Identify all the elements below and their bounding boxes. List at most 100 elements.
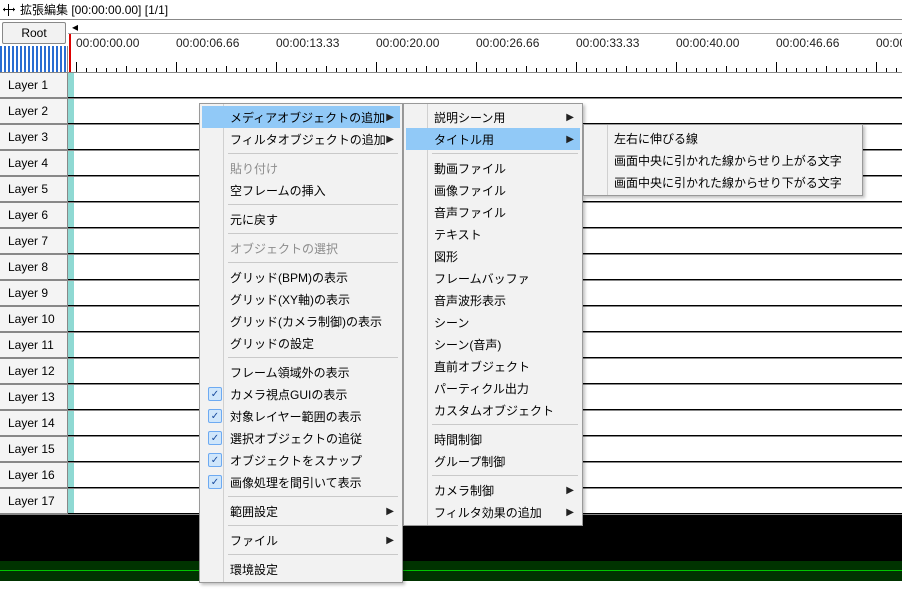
menu-item[interactable]: ✓カメラ視点GUIの表示 xyxy=(202,383,400,405)
menu-separator xyxy=(432,475,578,476)
menu-item[interactable]: 音声ファイル xyxy=(406,201,580,223)
menu-separator xyxy=(228,554,398,555)
menu-item[interactable]: 画像ファイル xyxy=(406,179,580,201)
menu-item[interactable]: グリッド(XY軸)の表示 xyxy=(202,288,400,310)
time-ruler[interactable]: 00:00:00.0000:00:06.6600:00:13.3300:00:2… xyxy=(68,34,902,72)
menu-item[interactable]: グリッド(BPM)の表示 xyxy=(202,266,400,288)
menu-item[interactable]: グリッド(カメラ制御)の表示 xyxy=(202,310,400,332)
playhead[interactable] xyxy=(69,34,71,72)
root-button[interactable]: Root xyxy=(2,22,66,44)
layer-label[interactable]: Layer 13 xyxy=(0,385,68,410)
menu-item[interactable]: カスタムオブジェクト xyxy=(406,399,580,421)
menu-item[interactable]: 元に戻す xyxy=(202,208,400,230)
menu-item-label: 空フレームの挿入 xyxy=(230,182,326,199)
submenu-arrow-icon: ▶ xyxy=(566,134,574,145)
menu-item[interactable]: ✓選択オブジェクトの追従 xyxy=(202,427,400,449)
scroll-left-icon[interactable]: ◂ xyxy=(68,21,82,33)
menu-item[interactable]: タイトル用▶ xyxy=(406,128,580,150)
menu-item[interactable]: メディアオブジェクトの追加▶ xyxy=(202,106,400,128)
layer-label[interactable]: Layer 14 xyxy=(0,411,68,436)
menu-item[interactable]: 動画ファイル xyxy=(406,157,580,179)
menu-item[interactable]: シーン xyxy=(406,311,580,333)
menu-item-label: 対象レイヤー範囲の表示 xyxy=(230,408,362,425)
root-hash-area[interactable] xyxy=(0,46,68,72)
menu-item[interactable]: ✓オブジェクトをスナップ xyxy=(202,449,400,471)
menu-item[interactable]: 空フレームの挿入 xyxy=(202,179,400,201)
menu-item-label: 範囲設定 xyxy=(230,503,278,520)
menu-item[interactable]: 時間制御 xyxy=(406,428,580,450)
menu-item[interactable]: 環境設定 xyxy=(202,558,400,580)
menu-item[interactable]: 画面中央に引かれた線からせり上がる文字 xyxy=(586,149,860,171)
root-button-label: Root xyxy=(21,26,46,40)
layer-label[interactable]: Layer 15 xyxy=(0,437,68,462)
menu-item-label: 画像ファイル xyxy=(434,182,506,199)
menu-item[interactable]: 範囲設定▶ xyxy=(202,500,400,522)
menu-item-label: フィルタ効果の追加 xyxy=(434,504,542,521)
submenu-arrow-icon: ▶ xyxy=(386,112,394,123)
layer-label[interactable]: Layer 10 xyxy=(0,307,68,332)
menu-item[interactable]: シーン(音声) xyxy=(406,333,580,355)
menu-separator xyxy=(228,496,398,497)
layer-label[interactable]: Layer 2 xyxy=(0,99,68,124)
submenu-media-object[interactable]: 説明シーン用▶タイトル用▶動画ファイル画像ファイル音声ファイルテキスト図形フレー… xyxy=(403,103,583,526)
menu-separator xyxy=(228,153,398,154)
layer-label[interactable]: Layer 11 xyxy=(0,333,68,358)
layer-label[interactable]: Layer 16 xyxy=(0,463,68,488)
menu-item[interactable]: フレームバッファ xyxy=(406,267,580,289)
ruler-label: 00:00:13.33 xyxy=(276,36,339,50)
menu-item[interactable]: フレーム領域外の表示 xyxy=(202,361,400,383)
layer-track[interactable] xyxy=(68,73,902,98)
layer-label[interactable]: Layer 4 xyxy=(0,151,68,176)
menu-item[interactable]: グループ制御 xyxy=(406,450,580,472)
submenu-arrow-icon: ▶ xyxy=(386,134,394,145)
menu-separator xyxy=(228,233,398,234)
menu-item: オブジェクトの選択 xyxy=(202,237,400,259)
menu-item-label: フレーム領域外の表示 xyxy=(230,364,350,381)
menu-item-label: カメラ制御 xyxy=(434,482,494,499)
menu-item[interactable]: 左右に伸びる線 xyxy=(586,127,860,149)
menu-item-label: シーン xyxy=(434,314,469,331)
menu-item[interactable]: テキスト xyxy=(406,223,580,245)
check-icon: ✓ xyxy=(208,453,222,467)
layer-label[interactable]: Layer 3 xyxy=(0,125,68,150)
layer-label[interactable]: Layer 8 xyxy=(0,255,68,280)
menu-item[interactable]: ✓対象レイヤー範囲の表示 xyxy=(202,405,400,427)
submenu-arrow-icon: ▶ xyxy=(566,485,574,496)
layer-label[interactable]: Layer 9 xyxy=(0,281,68,306)
menu-item[interactable]: パーティクル出力 xyxy=(406,377,580,399)
menu-item-label: シーン(音声) xyxy=(434,336,501,353)
menu-item[interactable]: 直前オブジェクト xyxy=(406,355,580,377)
layer-label[interactable]: Layer 1 xyxy=(0,73,68,98)
layer-label[interactable]: Layer 5 xyxy=(0,177,68,202)
check-icon: ✓ xyxy=(208,475,222,489)
layer-label[interactable]: Layer 7 xyxy=(0,229,68,254)
menu-item[interactable]: カメラ制御 ▶ xyxy=(406,479,580,501)
layer-label[interactable]: Layer 17 xyxy=(0,489,68,514)
menu-item[interactable]: フィルタオブジェクトの追加▶ xyxy=(202,128,400,150)
submenu-arrow-icon: ▶ xyxy=(566,112,574,123)
layer-label[interactable]: Layer 12 xyxy=(0,359,68,384)
menu-item-label: 貼り付け xyxy=(230,160,278,177)
menu-item-label: カメラ視点GUIの表示 xyxy=(230,386,347,403)
menu-item[interactable]: 音声波形表示 xyxy=(406,289,580,311)
submenu-title[interactable]: 左右に伸びる線画面中央に引かれた線からせり上がる文字画面中央に引かれた線からせり… xyxy=(583,124,863,196)
menu-item-label: 音声ファイル xyxy=(434,204,506,221)
menu-item[interactable]: ✓画像処理を間引いて表示 xyxy=(202,471,400,493)
menu-item-label: フィルタオブジェクトの追加 xyxy=(230,131,386,148)
ruler-label: 00:00:46.66 xyxy=(776,36,839,50)
ruler-label: 00:00:26.66 xyxy=(476,36,539,50)
menu-separator xyxy=(228,525,398,526)
menu-item[interactable]: グリッドの設定 xyxy=(202,332,400,354)
menu-item-label: 直前オブジェクト xyxy=(434,358,530,375)
title-bar: 拡張編集 [00:00:00.00] [1/1] xyxy=(0,0,902,20)
menu-item[interactable]: 説明シーン用 ▶ xyxy=(406,106,580,128)
context-menu-main[interactable]: メディアオブジェクトの追加▶フィルタオブジェクトの追加▶貼り付け空フレームの挿入… xyxy=(199,103,403,583)
menu-item[interactable]: ファイル▶ xyxy=(202,529,400,551)
menu-item-label: グリッド(BPM)の表示 xyxy=(230,269,348,286)
menu-item[interactable]: 画面中央に引かれた線からせり下がる文字 xyxy=(586,171,860,193)
menu-item-label: 説明シーン用 xyxy=(434,109,505,126)
bottom-green-area xyxy=(0,561,902,581)
menu-item[interactable]: 図形 xyxy=(406,245,580,267)
menu-item[interactable]: フィルタ効果の追加▶ xyxy=(406,501,580,523)
layer-label[interactable]: Layer 6 xyxy=(0,203,68,228)
